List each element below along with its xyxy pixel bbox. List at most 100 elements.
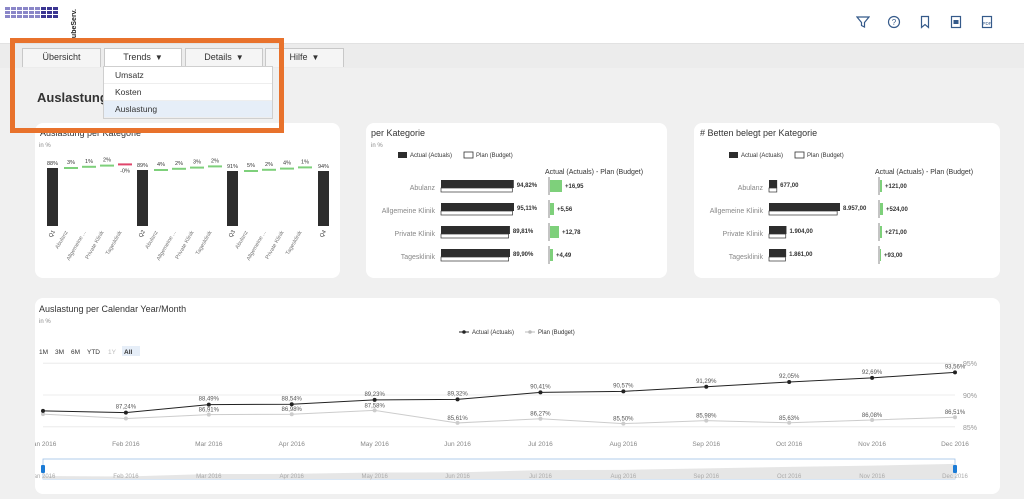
quarter-bar-label: 89%	[137, 163, 148, 169]
card-auslastung-monthly: Auslastung per Calendar Year/Month in % …	[35, 298, 1000, 494]
data-label: 88,49%	[199, 397, 220, 403]
navigator-handle-right[interactable]	[953, 465, 957, 473]
filter-icon[interactable]	[855, 15, 871, 29]
data-label: 85,63%	[779, 416, 800, 422]
row-label: Private Klinik	[723, 231, 764, 238]
range-button-all[interactable]: All	[124, 349, 133, 356]
legend-marker-actual	[462, 330, 466, 334]
export-excel-icon[interactable]	[949, 15, 963, 29]
navigator-tick-label: Mar 2016	[196, 474, 222, 480]
data-label: 92,05%	[779, 374, 800, 380]
x-tick-label: Sep 2016	[692, 441, 720, 448]
range-button-1y[interactable]: 1Y	[108, 349, 117, 356]
variance-bar	[880, 226, 882, 238]
quarter-bar-label: 91%	[227, 164, 238, 170]
row-label: Abulanz	[410, 185, 436, 192]
step-bar	[280, 167, 294, 170]
range-button-6m[interactable]: 6M	[71, 349, 80, 356]
actual-bar	[769, 180, 778, 188]
plan-bar	[768, 233, 787, 239]
data-point	[206, 402, 211, 407]
y-tick-label: 85%	[963, 425, 977, 432]
category-tick-label: Abulanz	[55, 230, 70, 250]
data-point	[289, 402, 294, 407]
variance-bar	[880, 180, 882, 192]
variance-bar	[550, 203, 554, 215]
quarter-bar	[318, 171, 329, 226]
plan-bar	[768, 256, 786, 262]
x-tick-label: Nov 2016	[858, 441, 886, 448]
legend-marker-plan	[528, 330, 532, 334]
step-bar	[262, 168, 276, 171]
variance-label: +271,00	[885, 230, 908, 236]
variance-bar-chart: Actual (Actuals) Plan (Budget) Actual (Act…	[382, 151, 643, 264]
card-title: # Betten belegt per Kategorie	[700, 128, 818, 138]
card-betten-belegt: # Betten belegt per Kategorie Actual (Ac…	[694, 123, 1000, 278]
category-tick-label: Private Klinik	[265, 230, 286, 261]
quarter-bar	[47, 168, 58, 226]
category-tick-label: Tagesklinik	[195, 230, 214, 257]
navigator-tick-label: Aug 2016	[611, 474, 637, 480]
actual-bar	[769, 226, 787, 234]
plan-bar	[768, 187, 778, 193]
data-point	[41, 408, 45, 413]
navigator-tick-label: Nov 2016	[859, 474, 885, 480]
bookmark-icon[interactable]	[918, 15, 932, 29]
row-label: Abulanz	[738, 185, 764, 192]
variance-bar	[880, 249, 881, 261]
navigator-handle-left[interactable]	[41, 465, 45, 473]
quarter-tick-label: Q4	[319, 229, 328, 238]
data-label: 87,24%	[116, 405, 137, 411]
actual-bar	[441, 226, 510, 234]
plan-bar	[768, 210, 838, 216]
quarter-tick-label: Q1	[48, 229, 57, 238]
value-label: 89,90%	[513, 252, 534, 258]
category-tick-label: Abulanz	[235, 230, 250, 250]
quarter-bar-label: 88%	[47, 161, 58, 167]
range-button-ytd[interactable]: YTD	[87, 349, 100, 356]
actual-bar	[441, 203, 514, 211]
data-label: 86,08%	[862, 413, 883, 419]
caret-down-icon: ▼	[311, 53, 320, 62]
card-actual-vs-plan-percent: per Kategorie in % Actual (Actuals) Plan …	[366, 123, 667, 278]
data-label: 86,27%	[530, 412, 551, 418]
data-point	[953, 370, 957, 375]
step-bar	[82, 165, 96, 168]
navigator-tick-label: Sep 2016	[693, 474, 719, 480]
variance-title: Actual (Actuals) - Plan (Budget)	[875, 169, 973, 176]
data-label: 91,29%	[696, 379, 717, 385]
navigator-tick-label: Dec 2016	[942, 474, 968, 480]
step-label: 5%	[247, 163, 255, 169]
row-label: Tagesklinik	[401, 254, 436, 261]
legend-label-plan: Plan (Budget)	[807, 153, 844, 159]
row-label: Tagesklinik	[729, 254, 764, 261]
data-point	[870, 375, 875, 380]
data-point	[538, 390, 543, 395]
value-label: 94,82%	[517, 183, 538, 189]
quarter-bar	[227, 171, 238, 226]
data-label: 88,54%	[282, 396, 303, 402]
export-pdf-icon[interactable]: PDF	[980, 15, 994, 29]
variance-title: Actual (Actuals) - Plan (Budget)	[545, 169, 643, 176]
variance-label: +121,00	[885, 184, 908, 190]
step-bar	[172, 167, 186, 170]
variance-bar	[550, 249, 553, 261]
help-icon[interactable]: ?	[887, 15, 901, 29]
highlight-annotation-box	[10, 38, 284, 133]
range-button-3m[interactable]: 3M	[55, 349, 64, 356]
step-label: 1%	[301, 159, 309, 165]
legend-swatch-actual	[729, 152, 738, 158]
data-point	[787, 379, 792, 384]
actual-bar	[769, 203, 840, 211]
legend-swatch-actual	[398, 152, 407, 158]
value-label: 89,81%	[513, 229, 534, 235]
step-bar	[100, 164, 114, 167]
value-label: 95,11%	[517, 206, 538, 212]
navigator-tick-label: Jun 2016	[445, 474, 470, 480]
card-auslastung-kategorie: Auslastung per Kategorie in % 88% Q1 89% Q2…	[35, 123, 340, 278]
category-tick-label: Tagesklinik	[105, 230, 124, 257]
data-label: 90,41%	[530, 384, 551, 390]
range-button-1m[interactable]: 1M	[39, 349, 48, 356]
legend-label-actual: Actual (Actuals)	[410, 153, 452, 159]
step-label: 1%	[85, 159, 93, 165]
